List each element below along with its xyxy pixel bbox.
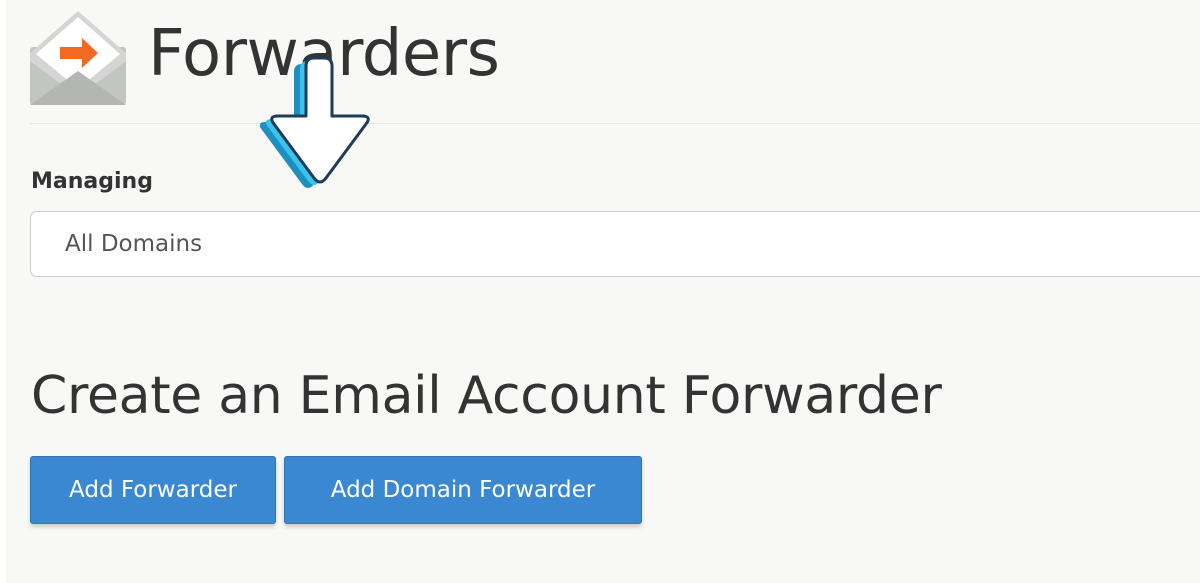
forwarders-page: Forwarders Managing All Domains Create a… xyxy=(0,0,1200,583)
down-arrow-pointer-icon xyxy=(250,52,390,197)
managing-label: Managing xyxy=(31,169,153,194)
add-domain-forwarder-button[interactable]: Add Domain Forwarder xyxy=(284,456,642,524)
managing-selected-value: All Domains xyxy=(65,231,203,257)
create-forwarder-heading: Create an Email Account Forwarder xyxy=(31,366,942,426)
email-forward-icon xyxy=(30,11,126,105)
add-forwarder-button-label: Add Forwarder xyxy=(69,477,237,503)
header-divider xyxy=(30,123,1200,124)
managing-domain-select[interactable]: All Domains xyxy=(30,211,1200,277)
add-forwarder-button[interactable]: Add Forwarder xyxy=(30,456,276,524)
add-domain-forwarder-button-label: Add Domain Forwarder xyxy=(330,477,596,503)
left-edge-strip xyxy=(0,0,6,583)
